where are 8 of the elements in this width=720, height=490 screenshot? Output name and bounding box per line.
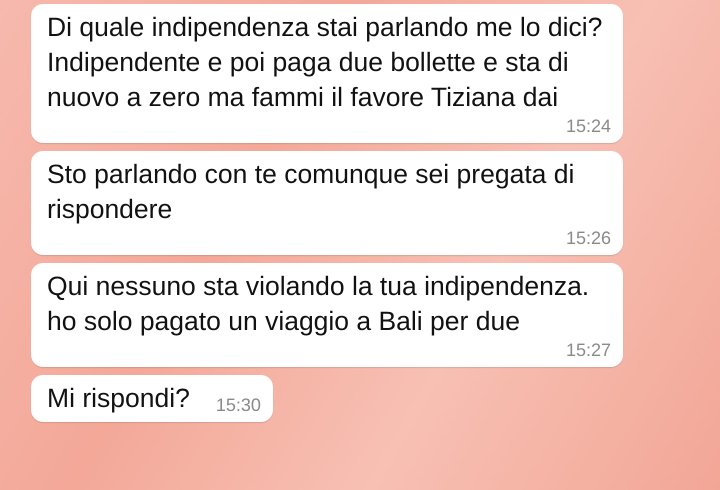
message-text: Di quale indipendenza stai parlando me lo dici? Indipendente e poi paga due bollette e sta di nuovo a zero ma fammi il favore Tiziana dai <box>47 11 604 114</box>
message-time: 15:26 <box>566 227 611 249</box>
message-time: 15:30 <box>216 394 261 416</box>
message-text: Mi rispondi? <box>47 382 190 415</box>
message-time: 15:24 <box>566 115 611 137</box>
message-text: Sto parlando con te comunque sei pregata di rispondere <box>47 158 576 226</box>
message-time: 15:27 <box>566 339 611 361</box>
message-text: Qui nessuno sta violando la tua indipendenza. ho solo pagato un viaggio a Bali per due <box>47 270 590 338</box>
